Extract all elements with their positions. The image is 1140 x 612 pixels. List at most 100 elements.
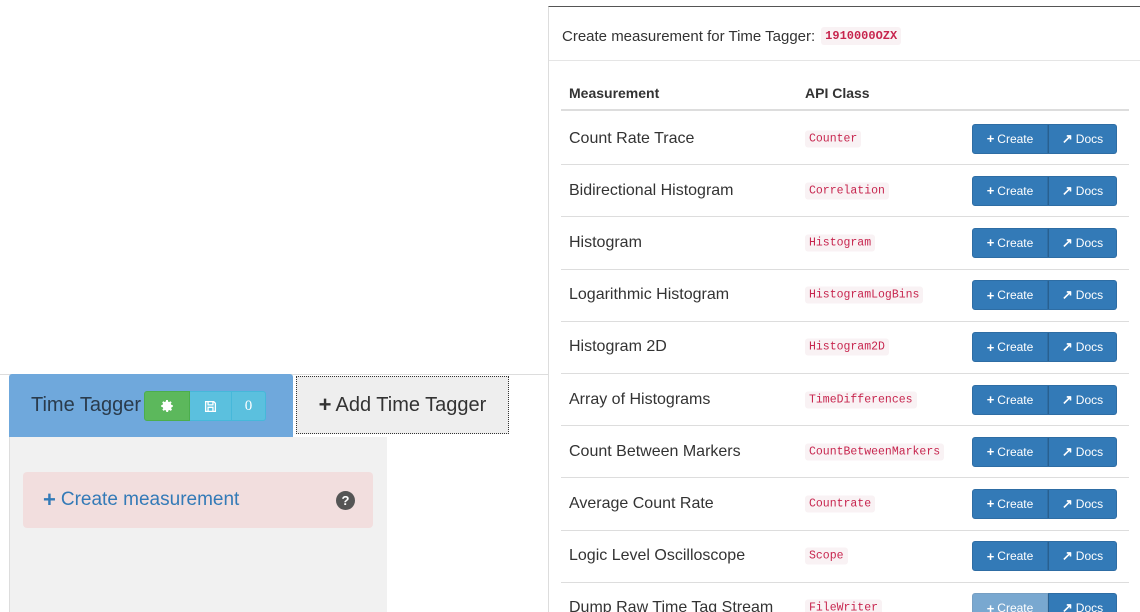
docs-button-label: Docs	[1075, 392, 1104, 407]
create-button[interactable]: + Create	[972, 280, 1048, 311]
docs-button-label: Docs	[1075, 549, 1104, 564]
floppy-disk-icon	[204, 400, 217, 412]
create-button-label: Create	[997, 235, 1034, 250]
help-icon[interactable]: ?	[336, 491, 355, 510]
tab-time-tagger[interactable]: Time Tagger 0	[9, 374, 293, 437]
dialog-header-divider	[549, 60, 1140, 61]
dialog-title-text: Create measurement for Time Tagger:	[562, 27, 816, 45]
table-row: Count Rate Trace Counter + Create ↗ Docs	[561, 113, 1129, 166]
create-button-label: Create	[997, 549, 1034, 564]
plus-icon: +	[318, 392, 332, 417]
dialog-title: Create measurement for Time Tagger: 1910…	[562, 27, 902, 45]
plus-icon: +	[986, 235, 995, 251]
create-button-label: Create	[997, 444, 1034, 459]
create-measurement-label: Create measurement	[60, 489, 240, 510]
measurement-name: Array of Histograms	[569, 390, 711, 408]
table-row: Histogram Histogram + Create ↗ Docs	[561, 217, 1129, 270]
docs-button[interactable]: ↗ Docs	[1048, 175, 1117, 206]
measurement-table-body: Count Rate Trace Counter + Create ↗ Docs Bidir…	[561, 113, 1129, 612]
external-link-icon: ↗	[1061, 182, 1073, 198]
api-class-name: Countrate	[805, 495, 876, 513]
docs-button[interactable]: ↗ Docs	[1048, 332, 1117, 363]
add-time-tagger-label: Add Time Tagger	[335, 393, 487, 416]
api-class-name: Histogram	[805, 234, 876, 252]
external-link-icon: ↗	[1061, 339, 1073, 355]
table-row: Logarithmic Histogram HistogramLogBins + Cr…	[561, 270, 1129, 322]
create-button[interactable]: + Create	[972, 332, 1048, 363]
create-button[interactable]: + Create	[972, 436, 1048, 467]
tab-content-panel: + Create measurement ?	[9, 437, 387, 612]
docs-button-label: Docs	[1075, 235, 1104, 250]
docs-button-label: Docs	[1075, 183, 1104, 198]
api-class-name: TimeDifferences	[805, 391, 917, 409]
create-measurement-button[interactable]: + Create measurement ?	[23, 472, 373, 528]
docs-button-label: Docs	[1075, 288, 1104, 303]
measurement-count-badge[interactable]: 0	[232, 391, 266, 421]
docs-button[interactable]: ↗ Docs	[1048, 384, 1117, 415]
create-button-label: Create	[997, 288, 1034, 303]
docs-button[interactable]: ↗ Docs	[1048, 280, 1117, 311]
create-button[interactable]: + Create	[972, 123, 1048, 154]
row-button-group: + Create ↗ Docs	[972, 593, 1117, 612]
settings-button[interactable]	[144, 391, 190, 421]
create-button[interactable]: + Create	[972, 175, 1048, 206]
docs-button-label: Docs	[1075, 131, 1104, 146]
external-link-icon: ↗	[1061, 495, 1073, 511]
external-link-icon: ↗	[1061, 600, 1073, 612]
measurement-name: Count Rate Trace	[569, 129, 695, 147]
create-measurement-dialog: Create measurement for Time Tagger: 1910…	[548, 6, 1140, 612]
create-button-label: Create	[997, 131, 1034, 146]
create-button[interactable]: + Create	[972, 384, 1048, 415]
column-header-api-class: API Class	[805, 85, 870, 101]
row-button-group: + Create ↗ Docs	[972, 332, 1117, 363]
measurement-name: Bidirectional Histogram	[569, 181, 734, 199]
create-button[interactable]: + Create	[972, 541, 1048, 572]
docs-button-label: Docs	[1075, 340, 1104, 355]
plus-icon: +	[986, 339, 995, 355]
add-time-tagger-tab[interactable]: + Add Time Tagger	[296, 376, 509, 434]
api-class-name: CountBetweenMarkers	[805, 443, 945, 461]
plus-icon: +	[986, 183, 995, 199]
plus-icon: +	[43, 487, 56, 512]
measurement-name: Histogram 2D	[569, 338, 667, 356]
create-button: + Create	[972, 593, 1048, 612]
table-row: Dump Raw Time Tag Stream FileWriter + Creat…	[561, 583, 1129, 612]
row-button-group: + Create ↗ Docs	[972, 175, 1117, 206]
create-button-label: Create	[997, 601, 1034, 612]
api-class-name: Counter	[805, 130, 862, 148]
row-button-group: + Create ↗ Docs	[972, 384, 1117, 415]
gear-icon	[161, 400, 173, 412]
table-row: Array of Histograms TimeDifferences + Creat…	[561, 374, 1129, 427]
api-class-name: FileWriter	[805, 599, 883, 612]
table-row: Average Count Rate Countrate + Create ↗ Docs	[561, 478, 1129, 531]
external-link-icon: ↗	[1061, 234, 1073, 250]
docs-button[interactable]: ↗ Docs	[1048, 123, 1117, 154]
table-header: Measurement API Class	[561, 79, 1129, 111]
measurement-name: Average Count Rate	[569, 494, 714, 512]
docs-button[interactable]: ↗ Docs	[1048, 488, 1117, 519]
table-row: Logic Level Oscilloscope Scope + Create ↗ Doc…	[561, 531, 1129, 583]
plus-icon: +	[986, 392, 995, 408]
row-button-group: + Create ↗ Docs	[972, 488, 1117, 519]
docs-button[interactable]: ↗ Docs	[1048, 593, 1117, 612]
save-button[interactable]	[190, 391, 232, 421]
create-button-label: Create	[997, 183, 1034, 198]
docs-button[interactable]: ↗ Docs	[1048, 541, 1117, 572]
create-button[interactable]: + Create	[972, 488, 1048, 519]
plus-icon: +	[986, 496, 995, 512]
measurement-name: Logarithmic Histogram	[569, 286, 730, 304]
create-button[interactable]: + Create	[972, 227, 1048, 258]
plus-icon: +	[986, 600, 995, 612]
docs-button[interactable]: ↗ Docs	[1048, 436, 1117, 467]
create-button-label: Create	[997, 496, 1034, 511]
measurement-name: Histogram	[569, 233, 642, 251]
plus-icon: +	[986, 131, 995, 147]
plus-icon: +	[986, 444, 995, 460]
api-class-name: Scope	[805, 547, 848, 565]
table-row: Count Between Markers CountBetweenMarkers…	[561, 426, 1129, 479]
create-button-label: Create	[997, 392, 1034, 407]
create-button-label: Create	[997, 340, 1034, 355]
docs-button[interactable]: ↗ Docs	[1048, 227, 1117, 258]
docs-button-label: Docs	[1075, 496, 1104, 511]
external-link-icon: ↗	[1061, 130, 1073, 146]
